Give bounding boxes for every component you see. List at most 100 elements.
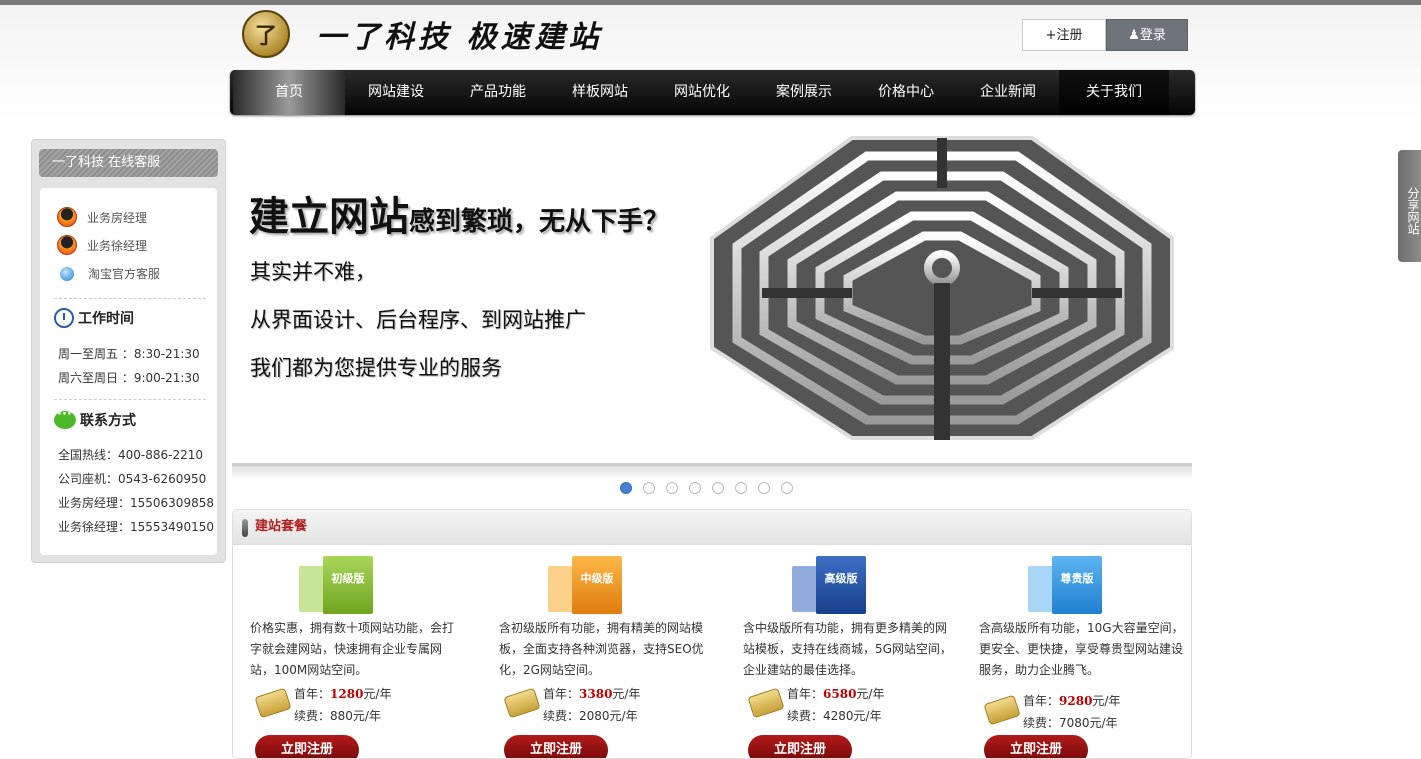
- work-time-title: 工作时间: [78, 311, 134, 327]
- nav-item-pricing[interactable]: 价格中心: [855, 70, 957, 115]
- register-label: 注册: [1056, 28, 1083, 43]
- customer-service-sidebar: 一了科技 在线客服 业务房经理 业务徐经理 淘宝官方客服 工作时间 周一至周五 …: [31, 139, 226, 563]
- register-button[interactable]: +注册: [1022, 19, 1106, 51]
- price-unit: 元/年: [363, 687, 392, 701]
- package-desc: 含初级版所有功能，拥有精美的网站模板，全面支持各种浏览器，支持SEO优化，2G网…: [499, 621, 704, 677]
- packages-section: 建站套餐 初级版 价格实惠，拥有数十项网站功能，会打字就会建网站，快速拥有企业专…: [232, 509, 1192, 759]
- package-desc: 含中级版所有功能，拥有更多精美的网站模板，支持在线商城，5G网站空间，企业建站的…: [743, 621, 952, 677]
- register-now-button[interactable]: 立即注册: [748, 735, 852, 758]
- first-year-amount: 1280: [330, 687, 364, 701]
- first-year-label: 首年：: [294, 687, 331, 701]
- contact-hotline: 全国热线：400-886-2210: [58, 448, 204, 462]
- renew-label: 续费：: [294, 709, 331, 723]
- first-year-amount: 6580: [823, 687, 857, 701]
- slide-dot[interactable]: [758, 482, 770, 494]
- nav-item-news[interactable]: 企业新闻: [957, 70, 1059, 115]
- share-site-tab[interactable]: 分享网站: [1398, 150, 1421, 262]
- service-fang-label: 业务房经理: [87, 210, 148, 225]
- nav-item-home[interactable]: 首页: [233, 70, 345, 115]
- renew-price: 续费：880元/年: [294, 707, 381, 724]
- package-price: 首年：1280元/年 续费：880元/年: [233, 682, 463, 726]
- service-xu-label: 业务徐经理: [87, 238, 148, 253]
- slide-dot[interactable]: [689, 482, 701, 494]
- package-box-icon[interactable]: 高级版: [792, 554, 868, 616]
- slider-bar: [232, 463, 1192, 499]
- slide-dot[interactable]: [620, 482, 632, 494]
- nav-item-cases[interactable]: 案例展示: [753, 70, 855, 115]
- register-now-button[interactable]: 立即注册: [984, 735, 1088, 758]
- slide-dot[interactable]: [643, 482, 655, 494]
- package-box-icon[interactable]: 初级版: [299, 554, 375, 616]
- first-year-price: 首年：6580元/年: [787, 685, 884, 702]
- first-year-price: 首年：3380元/年: [543, 685, 640, 702]
- package-card: 中级版 含初级版所有功能，拥有精美的网站模板，全面支持各种浏览器，支持SEO优化…: [482, 554, 712, 758]
- renew-label: 续费：: [787, 709, 824, 723]
- auth-buttons: +注册 ♟登录: [1022, 19, 1188, 51]
- package-box-icon[interactable]: 尊贵版: [1028, 554, 1104, 616]
- maze-illustration: [710, 136, 1174, 440]
- banner-headline-sub: 感到繁琐，无从下手？: [409, 207, 670, 237]
- price-unit: 元/年: [612, 687, 641, 701]
- divider: [54, 399, 206, 400]
- price-unit: 元/年: [1092, 694, 1121, 708]
- renew-amount: 2080元/年: [579, 709, 638, 723]
- register-now-button[interactable]: 立即注册: [504, 735, 608, 758]
- nav-item-website-building[interactable]: 网站建设: [345, 70, 447, 115]
- service-xu[interactable]: 业务徐经理: [57, 235, 147, 255]
- renew-amount: 4280元/年: [823, 709, 882, 723]
- renew-amount: 7080元/年: [1059, 716, 1118, 730]
- nav-item-product-features[interactable]: 产品功能: [447, 70, 549, 115]
- user-icon: ♟: [1128, 28, 1140, 43]
- package-price: 首年：3380元/年 续费：2080元/年: [482, 682, 712, 726]
- work-time-heading: 工作时间: [54, 308, 134, 328]
- price-tag-icon: [503, 687, 541, 719]
- slide-dot[interactable]: [666, 482, 678, 494]
- nav-item-sample-sites[interactable]: 样板网站: [549, 70, 651, 115]
- slide-dot[interactable]: [735, 482, 747, 494]
- nav-item-seo[interactable]: 网站优化: [651, 70, 753, 115]
- package-box-front: 高级版: [816, 556, 866, 614]
- renew-label: 续费：: [543, 709, 580, 723]
- nav-item-about[interactable]: 关于我们: [1059, 70, 1169, 115]
- price-tag-icon: [983, 694, 1021, 726]
- banner-headline: 建立网站感到繁琐，无从下手？: [249, 184, 669, 242]
- slide-dot[interactable]: [781, 482, 793, 494]
- first-year-amount: 3380: [579, 687, 613, 701]
- work-time-weekday: 周一至周五 ：8:30-21:30: [58, 347, 200, 361]
- package-box-front: 尊贵版: [1052, 556, 1102, 614]
- contact-heading: 联系方式: [54, 407, 136, 430]
- service-taobao-label: 淘宝官方客服: [88, 267, 161, 281]
- renew-label: 续费：: [1023, 716, 1060, 730]
- renew-price: 续费：7080元/年: [1023, 714, 1118, 731]
- slide-dot[interactable]: [712, 482, 724, 494]
- register-now-button[interactable]: 立即注册: [255, 735, 359, 758]
- package-desc: 价格实惠，拥有数十项网站功能，会打字就会建网站，快速拥有企业专属网站，100M网…: [250, 621, 455, 677]
- plus-icon: +: [1045, 28, 1057, 43]
- main-nav: 首页 网站建设 产品功能 样板网站 网站优化 案例展示 价格中心 企业新闻 关于…: [230, 70, 1195, 115]
- site-logo[interactable]: 了 一了科技 极速建站: [242, 10, 602, 58]
- first-year-label: 首年：: [543, 687, 580, 701]
- price-tag-icon: [254, 687, 292, 719]
- contact-title: 联系方式: [80, 413, 136, 429]
- package-card: 初级版 价格实惠，拥有数十项网站功能，会打字就会建网站，快速拥有企业专属网站，1…: [233, 554, 463, 758]
- first-year-price: 首年：1280元/年: [294, 685, 391, 702]
- banner-headline-main: 建立网站: [249, 194, 409, 240]
- first-year-label: 首年：: [787, 687, 824, 701]
- qq-icon: [57, 207, 77, 227]
- banner-line-3: 我们都为您提供专业的服务: [250, 356, 502, 380]
- contact-xu: 业务徐经理：15553490150: [58, 520, 214, 534]
- first-year-label: 首年：: [1023, 694, 1060, 708]
- package-box-front: 初级版: [323, 556, 373, 614]
- renew-price: 续费：4280元/年: [787, 707, 882, 724]
- package-box-icon[interactable]: 中级版: [548, 554, 624, 616]
- logo-mark-icon: 了: [242, 10, 290, 58]
- login-button[interactable]: ♟登录: [1106, 19, 1188, 51]
- banner-line-2: 从界面设计、后台程序、到网站推广: [250, 308, 586, 332]
- clock-icon: [54, 308, 74, 328]
- first-year-amount: 9280: [1059, 694, 1093, 708]
- slide-dots: [620, 482, 804, 494]
- service-taobao[interactable]: 淘宝官方客服: [57, 265, 160, 282]
- chat-icon: [54, 407, 76, 429]
- hero-banner[interactable]: 建立网站感到繁琐，无从下手？ 其实并不难， 从界面设计、后台程序、到网站推广 我…: [232, 118, 1192, 463]
- service-fang[interactable]: 业务房经理: [57, 207, 147, 227]
